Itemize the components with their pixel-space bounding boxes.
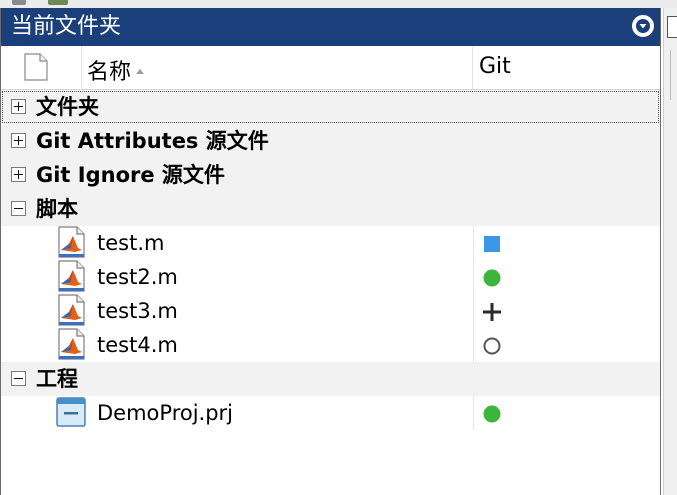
group-label: Git Ignore 源文件 xyxy=(36,163,225,187)
group-row-folders[interactable]: 文件夹 xyxy=(1,90,660,124)
git-committed-icon xyxy=(483,269,501,287)
collapse-icon[interactable] xyxy=(11,371,26,386)
name-column-header[interactable]: 名称 xyxy=(87,54,145,86)
git-untracked-icon xyxy=(483,337,501,355)
project-file-icon xyxy=(55,396,87,432)
current-folder-panel: 当前文件夹 名称 Git 文件夹 Git Attributes 源文件 Git … xyxy=(0,8,661,495)
file-name: test4.m xyxy=(97,333,178,357)
panel-titlebar: 当前文件夹 xyxy=(1,8,660,46)
toolbar-fragment xyxy=(12,0,26,5)
group-row-git-ignore[interactable]: Git Ignore 源文件 xyxy=(1,158,660,192)
git-column-header[interactable]: Git xyxy=(479,54,511,79)
column-divider xyxy=(473,396,474,430)
name-column-label: 名称 xyxy=(87,60,132,85)
panel-title: 当前文件夹 xyxy=(11,14,122,39)
column-header: 名称 Git xyxy=(1,46,660,90)
toolbar-fragment xyxy=(48,0,68,5)
column-divider xyxy=(473,328,474,362)
column-divider xyxy=(473,294,474,328)
git-committed-icon xyxy=(483,405,501,423)
list-item[interactable]: test3.m xyxy=(1,294,660,328)
file-name: test2.m xyxy=(97,265,178,289)
group-row-scripts[interactable]: 脚本 xyxy=(1,192,660,226)
matlab-script-icon xyxy=(55,328,87,364)
git-modified-icon xyxy=(484,236,500,252)
column-divider xyxy=(473,260,474,294)
group-label: Git Attributes 源文件 xyxy=(36,129,269,153)
expand-icon[interactable] xyxy=(11,99,26,114)
expand-icon[interactable] xyxy=(11,167,26,182)
group-label: 脚本 xyxy=(36,197,78,221)
list-item[interactable]: test4.m xyxy=(1,328,660,362)
column-divider xyxy=(473,226,474,260)
git-added-icon xyxy=(483,303,501,321)
git-column-label: Git xyxy=(479,54,511,79)
expand-icon[interactable] xyxy=(11,133,26,148)
list-item[interactable]: test2.m xyxy=(1,260,660,294)
chevron-down-icon xyxy=(636,19,650,33)
file-name: test3.m xyxy=(97,299,178,323)
group-label: 工程 xyxy=(36,367,78,391)
collapse-icon[interactable] xyxy=(11,201,26,216)
sort-ascending-icon xyxy=(136,69,145,74)
vertical-scrollbar[interactable] xyxy=(663,8,677,495)
matlab-script-icon xyxy=(55,226,87,262)
top-toolbar-strip xyxy=(0,0,677,8)
list-item[interactable]: DemoProj.prj xyxy=(1,396,660,430)
file-list: 文件夹 Git Attributes 源文件 Git Ignore 源文件 脚本 xyxy=(1,90,660,430)
file-name: DemoProj.prj xyxy=(97,401,234,425)
group-label: 文件夹 xyxy=(36,95,99,119)
scroll-track xyxy=(670,50,671,100)
matlab-script-icon xyxy=(55,260,87,296)
scroll-handle[interactable] xyxy=(667,16,677,38)
panel-actions-button[interactable] xyxy=(632,15,654,37)
file-type-column-icon[interactable] xyxy=(23,53,49,85)
matlab-script-icon xyxy=(55,294,87,330)
group-row-projects[interactable]: 工程 xyxy=(1,362,660,396)
column-separator[interactable] xyxy=(81,46,82,90)
column-separator[interactable] xyxy=(472,46,473,90)
file-name: test.m xyxy=(97,231,165,255)
group-row-git-attributes[interactable]: Git Attributes 源文件 xyxy=(1,124,660,158)
list-item[interactable]: test.m xyxy=(1,226,660,260)
